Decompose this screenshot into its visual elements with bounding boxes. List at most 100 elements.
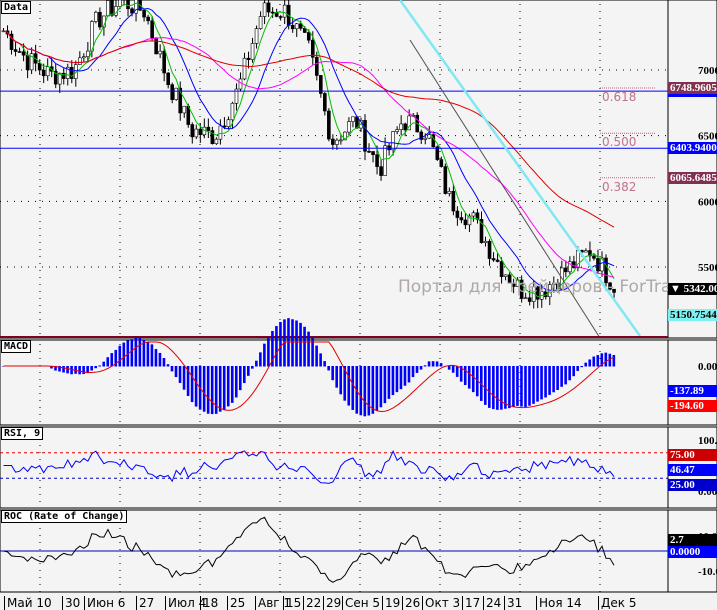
macd-bar	[544, 366, 547, 398]
macd-bar	[407, 366, 411, 383]
macd-bar	[431, 361, 435, 367]
candle-body	[315, 56, 319, 76]
macd-bar	[451, 366, 455, 373]
macd-bar	[122, 342, 126, 367]
candle-body	[471, 212, 476, 217]
candle-body	[238, 78, 243, 90]
indicator-value-tag: 75.00	[668, 449, 717, 461]
candle-body	[206, 126, 211, 131]
macd-bar	[536, 366, 539, 402]
macd-bar	[447, 366, 451, 370]
macd-bar	[331, 366, 334, 381]
macd-bar	[484, 366, 487, 405]
candle-body	[214, 138, 219, 145]
candle-body	[98, 11, 102, 28]
candle-body	[427, 134, 432, 139]
macd-bar	[311, 338, 314, 367]
candle-body	[162, 50, 166, 74]
date-tick: 27	[136, 596, 154, 610]
macd-bar	[275, 326, 278, 367]
candle-body	[266, 2, 271, 13]
macd-bar	[427, 361, 431, 367]
macd-bar	[226, 366, 230, 407]
macd-bar	[528, 366, 531, 406]
macd-bar	[66, 366, 69, 374]
candle-body	[584, 250, 588, 253]
y-tick: 7000.00	[698, 65, 717, 77]
macd-bar	[190, 366, 194, 403]
macd-bar	[455, 366, 459, 377]
macd-bar	[94, 366, 97, 369]
candle-body	[218, 125, 223, 140]
indicator-value-tag: 25.00	[668, 479, 717, 491]
macd-bar	[303, 326, 306, 367]
candle-body	[495, 259, 500, 262]
candle-body	[17, 51, 22, 53]
macd-bar	[612, 354, 616, 367]
indicator-value-tag: 2.7	[668, 534, 717, 546]
macd-bar	[576, 366, 579, 371]
candle-body	[41, 69, 46, 77]
macd-bar	[62, 366, 65, 373]
macd-bar	[307, 331, 310, 367]
candle-body	[451, 190, 456, 212]
macd-bar	[243, 366, 246, 384]
macd-bar	[255, 360, 258, 367]
macd-bar	[146, 341, 150, 367]
macd-bar	[596, 355, 600, 367]
candle-body	[45, 66, 50, 77]
candle-body	[158, 50, 162, 55]
macd-bar	[411, 366, 415, 378]
macd-bar	[279, 321, 282, 367]
candle-body	[443, 166, 448, 194]
fib-price-tag: 6065.6485	[668, 171, 717, 184]
date-tick: 22	[303, 596, 321, 610]
watermark: Портал для трейдеров - ForTrader	[398, 277, 668, 297]
candle-body	[351, 116, 355, 122]
macd-bar	[403, 366, 407, 386]
candle-body	[78, 57, 82, 65]
macd-bar	[552, 366, 555, 393]
candle-body	[499, 261, 504, 277]
candle-body	[25, 54, 30, 71]
date-tick: 29	[323, 596, 341, 610]
macd-bar	[556, 366, 559, 390]
macd-bar	[170, 366, 174, 372]
macd-bar	[371, 366, 375, 414]
candle-body	[198, 128, 203, 136]
date-tick: Окт 3	[422, 596, 460, 610]
macd-bar	[375, 366, 379, 411]
macd-bar	[259, 352, 262, 367]
macd-bar	[110, 353, 114, 367]
macd-bar	[572, 366, 575, 377]
date-tick: 31	[504, 596, 522, 610]
candle-body	[110, 0, 114, 16]
macd-bar	[82, 366, 85, 375]
macd-bar	[351, 366, 355, 410]
candle-body	[190, 124, 195, 138]
macd-bar	[166, 364, 170, 367]
macd-bar	[568, 366, 571, 381]
macd-bar	[439, 363, 443, 367]
macd-bar	[319, 353, 322, 367]
indicator-value-tag: 0.0000	[668, 546, 717, 558]
macd-bar	[230, 366, 234, 403]
low-tag: 5150.7544	[668, 309, 717, 321]
candle-body	[146, 16, 150, 22]
macd-bar	[500, 366, 503, 410]
candle-body	[306, 32, 311, 41]
macd-bar	[508, 366, 511, 409]
macd-bar	[415, 366, 419, 373]
y-tick: -10.00	[698, 566, 717, 578]
candle-body	[94, 11, 98, 22]
macd-bar	[238, 366, 242, 391]
macd-bar	[383, 366, 387, 404]
candle-body	[323, 93, 327, 112]
macd-bar	[210, 366, 214, 415]
candle-body	[262, 2, 267, 17]
macd-bar	[588, 359, 592, 367]
macd-bar	[367, 366, 371, 416]
candle-body	[154, 37, 158, 55]
candle-body	[106, 0, 110, 17]
macd-bar	[182, 366, 186, 390]
